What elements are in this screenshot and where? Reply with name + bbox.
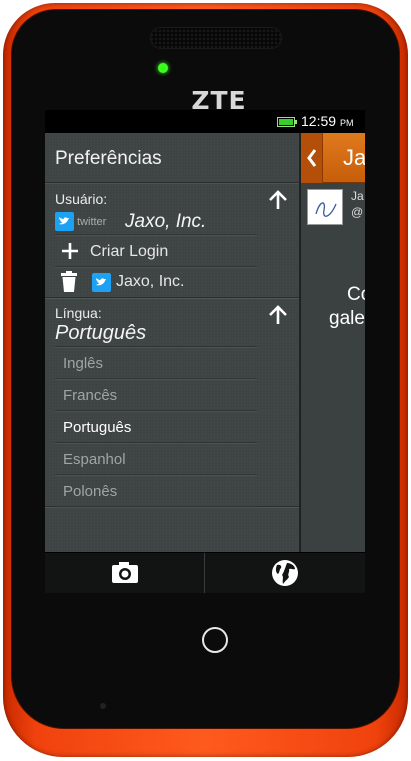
camera-button[interactable] [45, 553, 204, 593]
globe-button[interactable] [205, 553, 365, 593]
trash-icon[interactable] [60, 271, 78, 293]
account-name: Jaxo, Inc. [116, 273, 185, 290]
current-account-name: Jaxo, Inc. [125, 211, 207, 232]
screen: 12:59 PM Ja Ja @ Co gale Preferências Us… [45, 110, 365, 593]
main-content: Ja Ja @ Co gale [299, 133, 365, 552]
camera-icon [112, 562, 138, 583]
status-bar: 12:59 PM [45, 110, 365, 133]
clock-ampm: PM [339, 118, 354, 128]
twitter-bird-icon [92, 273, 111, 292]
current-language: Português [55, 322, 147, 344]
notification-led [158, 63, 168, 73]
current-account-row[interactable]: twitter Jaxo, Inc. [55, 209, 257, 235]
twitter-label: twitter [77, 216, 107, 228]
signature-logo-icon [315, 202, 337, 217]
home-button[interactable] [202, 627, 228, 653]
content-header: Ja [301, 133, 365, 183]
user-section-label: Usuário: [55, 191, 108, 207]
back-button[interactable] [301, 133, 323, 183]
language-option-portugues[interactable]: Português [55, 411, 257, 443]
profile-handle: @ [351, 205, 364, 219]
status-clock: 12:59 PM [301, 113, 353, 129]
arrow-up-icon[interactable] [267, 304, 289, 326]
language-option-espanhol[interactable]: Espanhol [55, 443, 257, 475]
create-login-label: Criar Login [90, 243, 169, 260]
chevron-left-icon [307, 149, 317, 167]
preferences-drawer: Preferências Usuário: twitter Jaxo, Inc.… [45, 133, 299, 552]
create-login-row[interactable]: Criar Login [55, 236, 257, 267]
battery-icon [277, 117, 297, 127]
arrow-up-icon[interactable] [267, 189, 289, 211]
language-option-ingles[interactable]: Inglês [55, 347, 257, 379]
avatar[interactable] [307, 189, 343, 225]
drawer-title: Preferências [45, 133, 299, 183]
empty-message-line1: Co [347, 284, 365, 305]
user-section: Usuário: twitter Jaxo, Inc. Criar Login [45, 183, 299, 298]
empty-message-line2: gale [329, 308, 365, 329]
language-option-frances[interactable]: Francês [55, 379, 257, 411]
twitter-bird-icon [55, 212, 74, 231]
plus-icon [62, 243, 78, 259]
language-section: Língua: Português Inglês Francês Portugu… [45, 298, 299, 507]
content-title: Ja [343, 145, 365, 170]
globe-icon [272, 560, 298, 586]
clock-time: 12:59 [301, 113, 337, 129]
bottom-toolbar [45, 552, 365, 593]
earpiece-speaker [150, 27, 282, 49]
language-section-label: Língua: [55, 305, 102, 321]
account-item[interactable]: Jaxo, Inc. [55, 268, 257, 298]
microphone-hole [100, 703, 106, 709]
profile-name: Ja [351, 189, 364, 203]
language-option-polones[interactable]: Polonês [55, 475, 257, 507]
